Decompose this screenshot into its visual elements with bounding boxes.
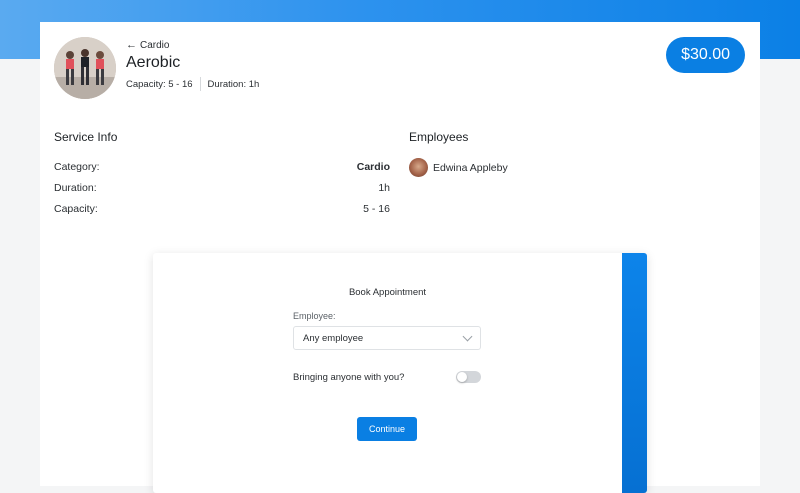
duration-label: Duration: — [54, 182, 97, 194]
price-badge: $30.00 — [666, 37, 745, 73]
employee-select-value: Any employee — [303, 332, 364, 344]
employee-field-label: Employee: — [293, 311, 336, 321]
meta-divider — [199, 77, 201, 91]
capacity-label: Capacity: — [54, 203, 98, 215]
companion-label: Bringing anyone with you? — [293, 372, 405, 383]
employees-heading: Employees — [409, 130, 469, 144]
book-appointment-title: Book Appointment — [348, 287, 427, 298]
duration-value: 1h — [378, 182, 390, 194]
employee-select[interactable]: Any employee — [293, 326, 481, 350]
duration-text: Duration: 1h — [207, 78, 260, 90]
companion-toggle[interactable] — [456, 371, 481, 383]
back-label: Cardio — [140, 39, 170, 51]
book-appointment-panel: Book Appointment Employee: Any employee … — [153, 253, 647, 493]
category-label: Category: — [54, 161, 100, 173]
service-image — [54, 37, 116, 99]
back-link[interactable]: ← Cardio — [126, 39, 169, 51]
category-value: Cardio — [356, 161, 390, 173]
capacity-value: 5 - 16 — [363, 203, 390, 215]
capacity-text: Capacity: 5 - 16 — [126, 78, 193, 90]
toggle-knob — [457, 372, 467, 382]
continue-button[interactable]: Continue — [357, 417, 417, 441]
chevron-down-icon — [462, 331, 473, 341]
employee-item[interactable]: Edwina Appleby — [409, 158, 508, 177]
panel-accent-bar — [622, 253, 647, 493]
service-title: Aerobic — [126, 54, 181, 71]
employee-avatar — [409, 158, 428, 177]
aerobic-photo-icon — [54, 37, 116, 99]
arrow-left-icon: ← — [126, 39, 137, 51]
service-info-heading: Service Info — [54, 130, 118, 144]
service-meta: Capacity: 5 - 16 Duration: 1h — [126, 77, 259, 91]
employee-name: Edwina Appleby — [433, 161, 508, 174]
